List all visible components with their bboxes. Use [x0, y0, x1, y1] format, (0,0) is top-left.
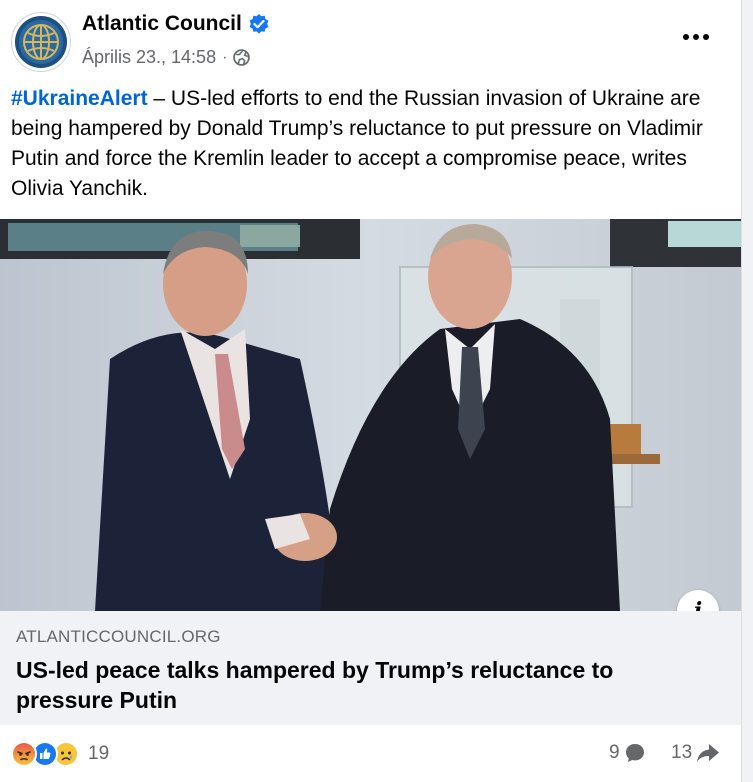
comment-icon [625, 744, 644, 762]
more-options-icon[interactable] [676, 22, 716, 52]
share-count-number: 13 [671, 742, 693, 763]
shares-count[interactable]: 13 [671, 742, 720, 764]
post-footer: 19 9 13 [0, 725, 741, 782]
post-meta: Április 23., 14:58 · [82, 47, 251, 68]
reactions-summary[interactable]: 19 [11, 741, 109, 767]
reaction-count: 19 [88, 743, 110, 764]
link-preview[interactable]: ATLANTICCOUNCIL.ORG US-led peace talks h… [0, 611, 741, 725]
link-headline[interactable]: US-led peace talks hampered by Trump’s r… [16, 655, 716, 715]
timestamp-link[interactable]: Április 23., 14:58 [82, 47, 216, 68]
hashtag-link[interactable]: #UkraineAlert [11, 87, 148, 110]
page-name[interactable]: Atlantic Council [82, 12, 242, 36]
globe-icon[interactable] [233, 49, 251, 66]
post-photo[interactable] [0, 219, 741, 611]
atlantic-council-logo [15, 16, 67, 68]
post-header: Atlantic Council Április 23., 14:58 · [0, 0, 741, 80]
comment-count-number: 9 [609, 742, 620, 763]
comments-count[interactable]: 9 [609, 742, 646, 764]
meta-separator: · [222, 48, 228, 66]
link-domain: ATLANTICCOUNCIL.ORG [16, 627, 221, 646]
angry-reaction-icon [11, 741, 37, 767]
post-text: #UkraineAlert – US-led efforts to end th… [11, 84, 726, 204]
post-card: Atlantic Council Április 23., 14:58 · #U… [0, 0, 742, 782]
handshake-photo-illustration [0, 219, 741, 611]
verified-badge-icon [249, 14, 269, 34]
page-avatar[interactable] [11, 12, 71, 72]
share-arrow-icon [697, 744, 720, 762]
